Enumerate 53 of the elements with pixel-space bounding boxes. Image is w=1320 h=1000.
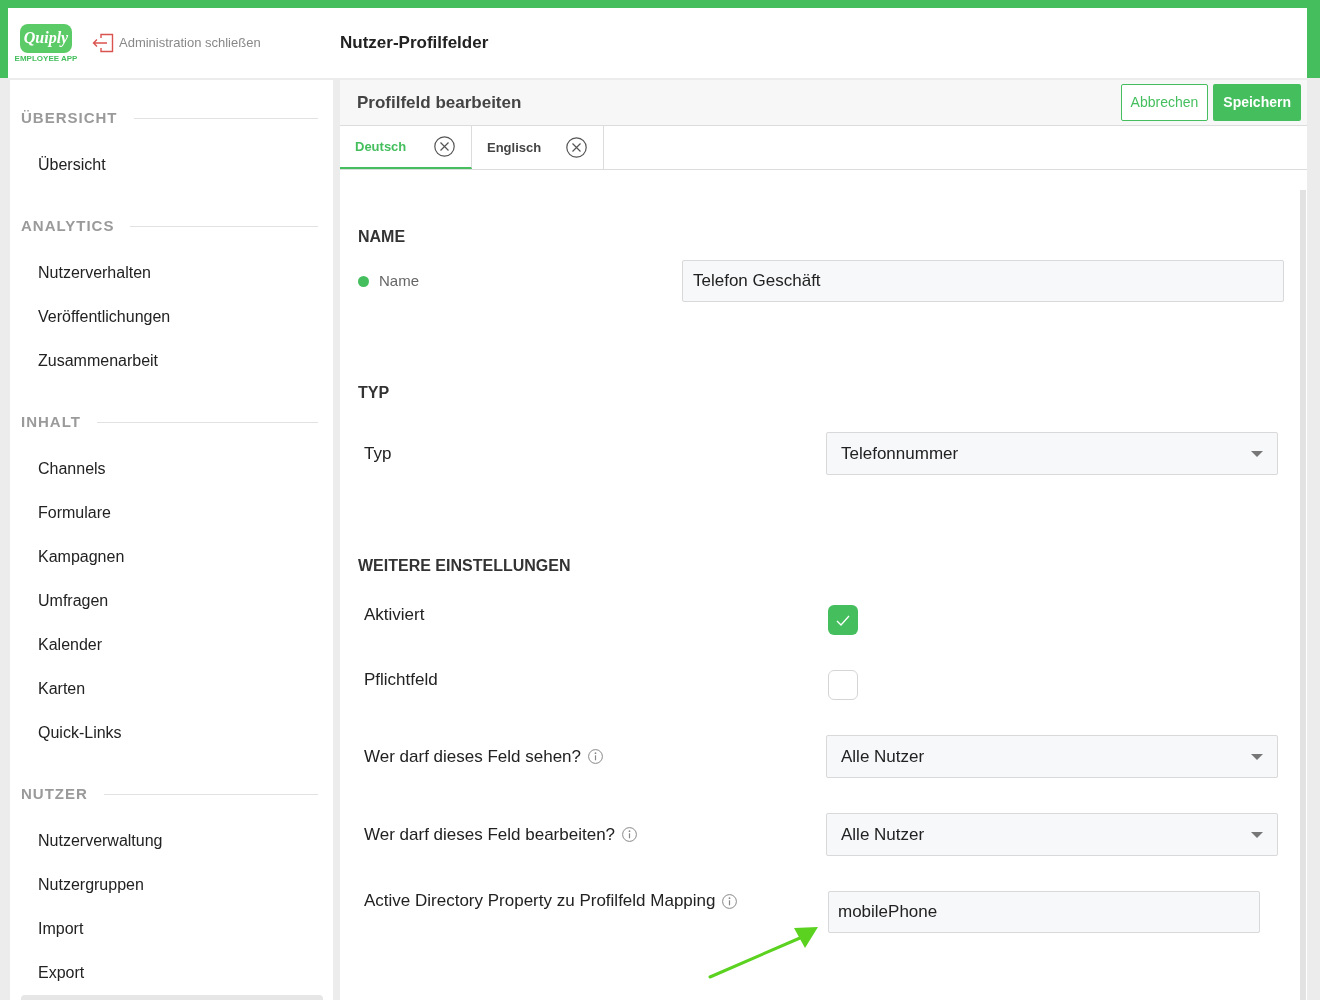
exit-icon: [92, 33, 114, 53]
sidebar-item[interactable]: Nutzerverwaltung: [21, 819, 323, 863]
info-icon[interactable]: [722, 893, 738, 909]
field-label: Wer darf dieses Feld sehen?: [364, 746, 582, 767]
select-field[interactable]: Telefonnummer: [826, 432, 1278, 475]
sidebar-item[interactable]: Nutzergruppen: [21, 863, 323, 907]
close-circle-icon[interactable]: [566, 137, 587, 158]
language-tab[interactable]: Englisch: [472, 126, 604, 169]
sidebar-heading: ÜBERSICHT: [21, 107, 118, 128]
caret-icon: [1251, 450, 1263, 457]
field-label: Pflichtfeld: [364, 670, 438, 690]
page-title: Nutzer-Profilfelder: [340, 32, 489, 55]
field-label: Aktiviert: [364, 605, 425, 625]
field-label: Active Directory Property zu Profilfeld Mapping: [364, 891, 716, 911]
info-icon[interactable]: [588, 749, 604, 764]
sidebar-heading: INHALT: [21, 411, 81, 432]
sidebar-item[interactable]: Karten: [21, 667, 323, 711]
section-heading: WEITERE EINSTELLUNGEN: [358, 557, 572, 575]
checkbox[interactable]: [828, 670, 858, 700]
sidebar-heading: NUTZER: [21, 783, 88, 804]
info-icon[interactable]: [622, 827, 638, 842]
close-admin-link[interactable]: Administration schließen: [92, 33, 261, 53]
sidebar-item[interactable]: Veröffentlichungen: [21, 295, 323, 339]
sidebar-item[interactable]: Übersicht: [21, 143, 323, 187]
logo-tagline: EMPLOYEE APP: [14, 53, 78, 63]
text-field[interactable]: Telefon Geschäft: [682, 260, 1284, 302]
caret-icon: [1251, 831, 1263, 838]
sidebar-item[interactable]: Export: [21, 951, 323, 995]
section-heading: TYP: [358, 384, 391, 402]
sidebar-heading: ANALYTICS: [21, 215, 115, 236]
sidebar-item[interactable]: Umfragen: [21, 579, 323, 623]
field-label: Wer darf dieses Feld bearbeiten?: [364, 824, 616, 845]
checkmark-icon: [836, 614, 850, 626]
scrollbar[interactable]: [1300, 190, 1306, 1000]
logo-wordmark: Quiply: [23, 30, 69, 46]
select-field[interactable]: Alle Nutzer: [826, 735, 1278, 778]
sidebar-item[interactable]: Kampagnen: [21, 535, 323, 579]
panel-title: Profilfeld bearbeiten: [357, 91, 522, 114]
sidebar-item[interactable]: Kalender: [21, 623, 323, 667]
sidebar-item[interactable]: Import: [21, 907, 323, 951]
sidebar-item[interactable]: Channels: [21, 447, 323, 491]
field-label: Typ: [364, 443, 392, 464]
text-field[interactable]: mobilePhone: [828, 891, 1260, 933]
select-field[interactable]: Alle Nutzer: [826, 813, 1278, 856]
checkbox[interactable]: [828, 605, 858, 635]
sidebar-item[interactable]: Nutzerverhalten: [21, 251, 323, 295]
sidebar-item[interactable]: Zusammenarbeit: [21, 339, 323, 383]
sidebar-item[interactable]: Quick-Links: [21, 711, 323, 755]
field-label: Name: [379, 270, 419, 291]
section-heading: NAME: [358, 228, 407, 246]
sidebar-item[interactable]: Formulare: [21, 491, 323, 535]
close-circle-icon[interactable]: [434, 136, 455, 157]
caret-icon: [1251, 753, 1263, 760]
